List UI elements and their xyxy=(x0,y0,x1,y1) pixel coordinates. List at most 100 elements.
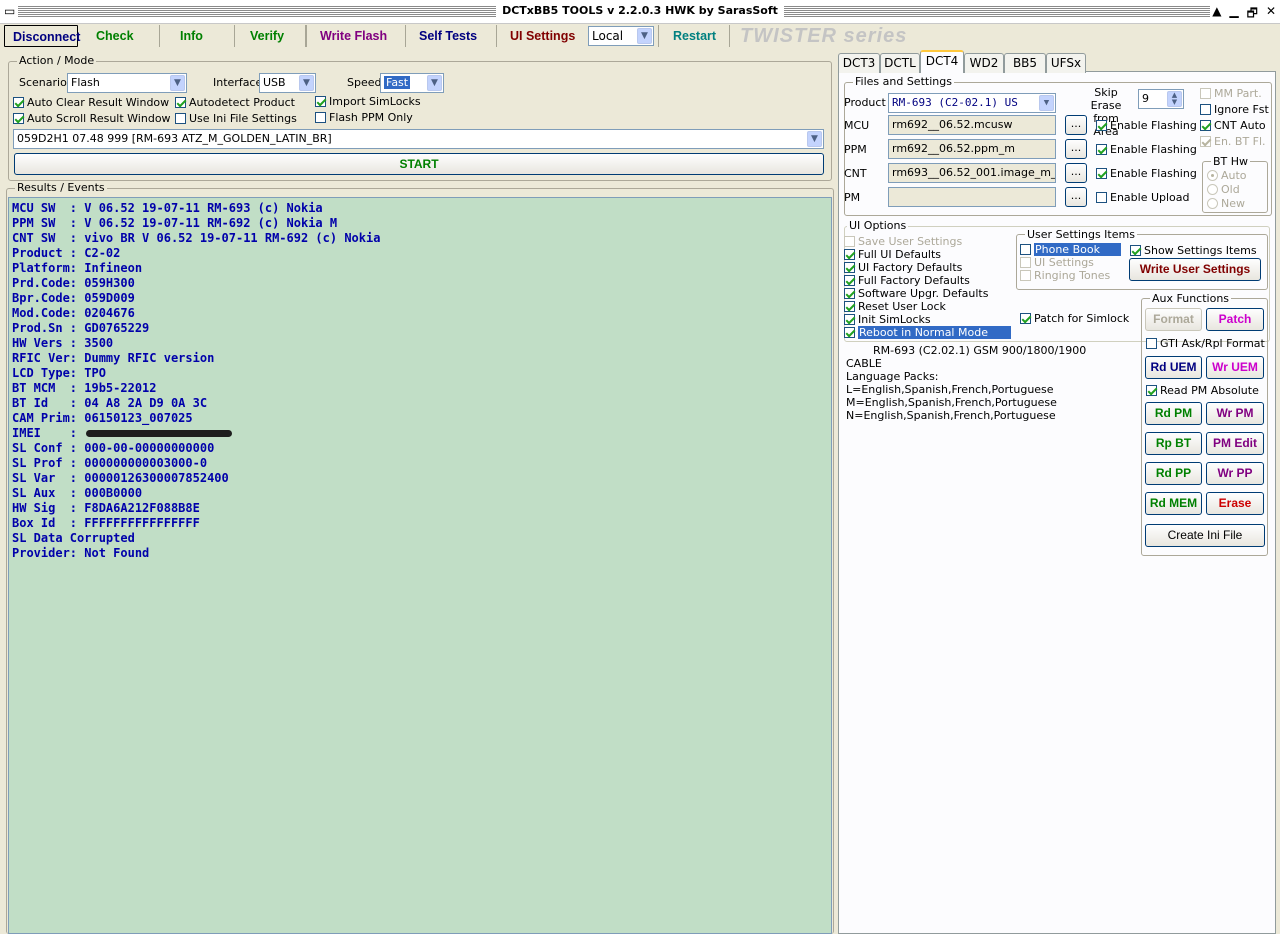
ignore-fst-checkbox[interactable]: Ignore Fst xyxy=(1200,103,1269,116)
restart-button[interactable]: Restart xyxy=(658,25,730,47)
rp-bt-button[interactable]: Rp BT xyxy=(1145,432,1202,455)
rd-mem-button[interactable]: Rd MEM xyxy=(1145,492,1202,515)
ppm-enable-flashing-checkbox[interactable]: Enable Flashing xyxy=(1096,143,1197,156)
language-pack-l: L=English,Spanish,French,Portuguese xyxy=(846,383,1054,396)
checkbox-icon xyxy=(844,249,855,260)
erase-button[interactable]: Erase xyxy=(1206,492,1264,515)
radio-label: Old xyxy=(1221,183,1240,196)
mm-part-checkbox: MM Part. xyxy=(1200,87,1262,100)
pm-file-field[interactable] xyxy=(888,187,1056,207)
check-button[interactable]: Check xyxy=(78,25,160,47)
info-button[interactable]: Info xyxy=(160,25,235,47)
phone-book-checkbox[interactable]: Phone Book xyxy=(1020,243,1121,256)
flash-ppm-only-checkbox[interactable]: Flash PPM Only xyxy=(315,111,413,124)
reset-user-lock-checkbox[interactable]: Reset User Lock xyxy=(844,300,946,313)
wr-pm-button[interactable]: Wr PM xyxy=(1206,402,1264,425)
tab-dctl[interactable]: DCTL xyxy=(880,53,920,73)
init-simlocks-checkbox[interactable]: Init SimLocks xyxy=(844,313,931,326)
cnt-browse-button[interactable]: ... xyxy=(1065,163,1087,183)
disconnect-button[interactable]: Disconnect xyxy=(4,25,80,47)
tab-bb5[interactable]: BB5 xyxy=(1004,53,1046,73)
write-flash-button[interactable]: Write Flash xyxy=(306,25,406,47)
bt-hw-new-radio: New xyxy=(1207,197,1245,210)
mcu-enable-flashing-checkbox[interactable]: Enable Flashing xyxy=(1096,119,1197,132)
log-line: MCU SW : V 06.52 19-07-11 RM-693 (c) Nok… xyxy=(12,201,323,215)
cnt-enable-flashing-checkbox[interactable]: Enable Flashing xyxy=(1096,167,1197,180)
log-line: SL Conf : 000-00-00000000000 xyxy=(12,441,215,455)
restore-icon[interactable]: ▁ xyxy=(1229,4,1238,25)
use-ini-file-checkbox[interactable]: Use Ini File Settings xyxy=(175,112,297,125)
gti-ask-rpl-format-checkbox[interactable]: GTI Ask/Rpl Format xyxy=(1146,337,1265,350)
checkbox-label: Reset User Lock xyxy=(858,300,946,313)
mcu-label: MCU xyxy=(844,119,870,132)
maximize-icon[interactable]: 🗗 xyxy=(1247,4,1258,25)
self-tests-button[interactable]: Self Tests xyxy=(406,25,497,47)
ui-settings-button[interactable]: UI Settings xyxy=(497,25,584,47)
chevron-down-icon: ▼ xyxy=(170,75,185,91)
checkbox-icon xyxy=(1200,120,1211,131)
connection-select[interactable]: Local ▼ xyxy=(588,26,654,46)
rd-pm-button[interactable]: Rd PM xyxy=(1145,402,1202,425)
pm-enable-upload-checkbox[interactable]: Enable Upload xyxy=(1096,191,1190,204)
software-upgr-defaults-checkbox[interactable]: Software Upgr. Defaults xyxy=(844,287,988,300)
ppm-file-field[interactable]: rm692__06.52.ppm_m xyxy=(888,139,1056,159)
checkbox-label: Auto Clear Result Window xyxy=(27,96,170,109)
wr-uem-button[interactable]: Wr UEM xyxy=(1206,356,1264,379)
scenario-value: Flash xyxy=(71,76,100,89)
checkbox-icon xyxy=(1200,136,1211,147)
scenario-select[interactable]: Flash ▼ xyxy=(67,73,187,93)
mcu-file-field[interactable]: rm692__06.52.mcusw xyxy=(888,115,1056,135)
checkbox-icon xyxy=(1130,245,1141,256)
start-button[interactable]: START xyxy=(14,153,824,175)
results-log[interactable]: MCU SW : V 06.52 19-07-11 RM-693 (c) Nok… xyxy=(8,197,832,934)
verify-button[interactable]: Verify xyxy=(235,25,306,47)
skip-erase-spinner[interactable]: 9 ▲ ▼ xyxy=(1138,89,1184,109)
autodetect-product-checkbox[interactable]: Autodetect Product xyxy=(175,96,295,109)
patch-button[interactable]: Patch xyxy=(1206,308,1264,331)
tab-dct4[interactable]: DCT4 xyxy=(920,50,964,73)
radio-icon xyxy=(1207,170,1218,181)
interface-label: Interface xyxy=(213,76,263,89)
speed-select[interactable]: Fast ▼ xyxy=(380,73,444,93)
rd-pp-button[interactable]: Rd PP xyxy=(1145,462,1202,485)
interface-select[interactable]: USB ▼ xyxy=(259,73,316,93)
cnt-file-field[interactable]: rm693__06.52_001.image_m_vivo xyxy=(888,163,1056,183)
log-line: IMEI : xyxy=(12,426,828,441)
read-pm-absolute-checkbox[interactable]: Read PM Absolute xyxy=(1146,384,1259,397)
action-mode-title: Action / Mode xyxy=(17,54,97,67)
checkbox-label: Auto Scroll Result Window xyxy=(27,112,171,125)
tab-ufsx[interactable]: UFSx xyxy=(1046,53,1086,73)
auto-scroll-checkbox[interactable]: Auto Scroll Result Window xyxy=(13,112,171,125)
close-icon[interactable]: ✕ xyxy=(1266,4,1276,25)
checkbox-label: Show Settings Items xyxy=(1144,244,1257,257)
show-settings-items-checkbox[interactable]: Show Settings Items xyxy=(1130,244,1257,257)
log-line: Bpr.Code: 059D009 xyxy=(12,291,135,305)
import-simlocks-checkbox[interactable]: Import SimLocks xyxy=(315,95,421,108)
create-ini-file-button[interactable]: Create Ini File xyxy=(1145,524,1265,547)
mcu-browse-button[interactable]: ... xyxy=(1065,115,1087,135)
checkbox-label: UI Factory Defaults xyxy=(858,261,963,274)
main-toolbar: Disconnect Check Info Verify Write Flash… xyxy=(4,24,1278,48)
pm-edit-button[interactable]: PM Edit xyxy=(1206,432,1264,455)
patch-simlock-checkbox[interactable]: Patch for Simlock xyxy=(1020,312,1129,325)
firmware-select[interactable]: 059D2H1 07.48 999 [RM-693 ATZ_M_GOLDEN_L… xyxy=(13,129,824,149)
auto-clear-checkbox[interactable]: Auto Clear Result Window xyxy=(13,96,169,109)
ppm-browse-button[interactable]: ... xyxy=(1065,139,1087,159)
pm-browse-button[interactable]: ... xyxy=(1065,187,1087,207)
wr-pp-button[interactable]: Wr PP xyxy=(1206,462,1264,485)
cnt-auto-checkbox[interactable]: CNT Auto xyxy=(1200,119,1266,132)
ui-factory-defaults-checkbox[interactable]: UI Factory Defaults xyxy=(844,261,962,274)
user-settings-title: User Settings Items xyxy=(1025,228,1137,241)
full-factory-defaults-checkbox[interactable]: Full Factory Defaults xyxy=(844,274,970,287)
reboot-normal-mode-checkbox[interactable]: Reboot in Normal Mode xyxy=(844,326,1011,339)
product-select[interactable]: RM-693 (C2-02.1) US ▼ xyxy=(888,93,1056,113)
minimize-icon[interactable]: ▲ xyxy=(1212,4,1221,25)
full-ui-defaults-checkbox[interactable]: Full UI Defaults xyxy=(844,248,941,261)
rd-uem-button[interactable]: Rd UEM xyxy=(1145,356,1202,379)
checkbox-icon xyxy=(1200,88,1211,99)
redacted-imei-scribble xyxy=(86,430,233,437)
tab-wd2[interactable]: WD2 xyxy=(964,53,1004,73)
tab-dct3[interactable]: DCT3 xyxy=(838,53,880,73)
checkbox-icon xyxy=(844,288,855,299)
write-user-settings-button[interactable]: Write User Settings xyxy=(1129,258,1261,281)
